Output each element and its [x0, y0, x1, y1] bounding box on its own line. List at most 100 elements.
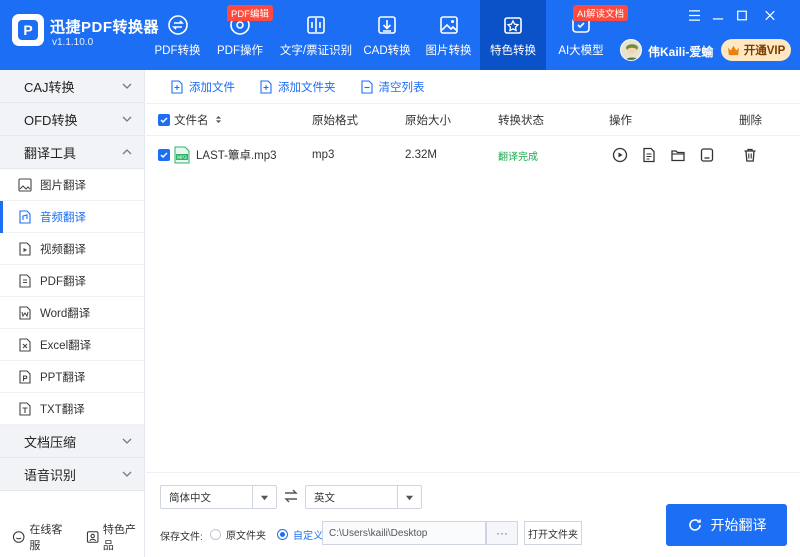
minimize-icon[interactable]	[710, 8, 726, 22]
sidebar-item-label: PPT翻译	[40, 371, 86, 384]
col-filename[interactable]: 文件名	[174, 104, 222, 135]
source-language-select[interactable]: 简体中文	[160, 485, 277, 509]
file-format: mp3	[312, 149, 335, 161]
nav-cad[interactable]: CAD转换	[357, 0, 417, 70]
target-language-select[interactable]: 英文	[305, 485, 422, 509]
start-translate-label: 开始翻译	[710, 517, 767, 533]
file-name: LAST-簟卓.mp3	[196, 150, 277, 162]
checkbox-checked	[158, 113, 170, 126]
chevron-down-icon	[122, 83, 132, 89]
sidebar-cat-caj[interactable]: CAJ转换	[0, 70, 144, 103]
featured-products-link[interactable]: 特色产品	[86, 521, 146, 553]
sidebar-item-txt-translate[interactable]: TXT翻译	[0, 393, 144, 425]
nav-label: 文字/票证识别	[279, 45, 353, 57]
sidebar-item-image-translate[interactable]: 图片翻译	[0, 169, 144, 201]
start-translate-button[interactable]: 开始翻译	[666, 504, 787, 546]
delete-row-button[interactable]	[742, 138, 758, 172]
cat-label: OFD转换	[24, 112, 78, 128]
video-file-icon	[19, 241, 31, 256]
add-file-button[interactable]: 添加文件	[170, 79, 235, 95]
sidebar-cat-translate[interactable]: 翻译工具	[0, 136, 144, 169]
add-folder-button[interactable]: 添加文件夹	[259, 79, 336, 95]
nav-ai[interactable]: AI大模型 AI解读文档	[546, 0, 628, 70]
radio-original-folder[interactable]: 原文件夹	[210, 527, 266, 542]
select-all-checkbox[interactable]	[158, 104, 170, 135]
save-path-input[interactable]	[322, 521, 486, 545]
image-icon	[18, 177, 32, 192]
image-icon	[438, 14, 460, 36]
caret-down-icon	[252, 486, 276, 508]
vip-label: 开通VIP	[743, 45, 786, 57]
document-icon[interactable]	[641, 147, 657, 163]
close-icon[interactable]	[762, 8, 778, 22]
sidebar-item-pdf-translate[interactable]: PDF翻译	[0, 265, 144, 297]
sidebar-item-excel-translate[interactable]: Excel翻译	[0, 329, 144, 361]
caret-down-icon	[397, 486, 421, 508]
sidebar-item-label: PDF翻译	[40, 275, 86, 288]
app-title: 迅捷PDF转换器	[50, 19, 160, 36]
nav-ocr[interactable]: 文字/票证识别	[275, 0, 357, 70]
swap-icon[interactable]	[283, 488, 299, 504]
browse-path-button[interactable]: ···	[486, 521, 518, 545]
target-language-value: 英文	[314, 491, 335, 504]
pdf-edit-badge: PDF编辑	[226, 5, 273, 21]
maximize-icon[interactable]	[734, 8, 750, 22]
sidebar-cat-speech[interactable]: 语音识别	[0, 458, 144, 491]
share-icon[interactable]	[699, 147, 715, 163]
app-version: v1.1.10.0	[52, 37, 94, 48]
nav-label: PDF转换	[154, 45, 201, 57]
sidebar-item-label: 音频翻译	[40, 211, 86, 224]
logo-letter: P	[18, 20, 38, 40]
refresh-icon	[688, 519, 701, 531]
col-format: 原始格式	[312, 114, 358, 127]
add-file-icon	[171, 79, 183, 94]
star-icon	[502, 14, 524, 36]
clear-list-label: 清空列表	[378, 81, 425, 94]
nav-pdf-ops[interactable]: PDF操作 PDF编辑	[205, 0, 275, 70]
online-service-label: 在线客服	[29, 524, 63, 552]
sidebar-footer: 在线客服 特色产品	[0, 517, 145, 557]
cat-label: 语音识别	[24, 467, 77, 483]
add-folder-label: 添加文件夹	[278, 81, 336, 94]
user-name[interactable]: 伟Kaili-爱蝓	[648, 43, 713, 60]
file-size: 2.32M	[405, 149, 437, 161]
audio-file-icon	[19, 209, 31, 224]
nav-label: AI大模型	[558, 45, 604, 57]
sidebar-item-audio-translate[interactable]: 音频翻译	[0, 201, 144, 233]
table-row[interactable]: MP3 LAST-簟卓.mp3 mp3 2.32M 翻译完成	[146, 138, 800, 172]
sidebar-cat-ofd[interactable]: OFD转换	[0, 103, 144, 136]
sidebar-item-label: 图片翻译	[40, 179, 86, 192]
status-badge: 翻译完成	[498, 151, 538, 163]
open-folder-button[interactable]: 打开文件夹	[524, 521, 582, 545]
sidebar-item-video-translate[interactable]: 视频翻译	[0, 233, 144, 265]
nav-label: 图片转换	[425, 45, 472, 57]
play-icon[interactable]	[612, 147, 628, 163]
sidebar-item-label: TXT翻译	[40, 403, 85, 416]
word-file-icon	[19, 305, 31, 320]
add-folder-icon	[260, 79, 272, 94]
nav-special[interactable]: 特色转换	[480, 0, 546, 70]
clear-list-button[interactable]: 清空列表	[360, 79, 425, 95]
online-service-link[interactable]: 在线客服	[12, 521, 72, 553]
col-size: 原始大小	[405, 114, 451, 127]
open-vip-button[interactable]: 开通VIP	[721, 39, 791, 61]
folder-icon[interactable]	[670, 147, 686, 163]
sidebar-cat-compress[interactable]: 文档压缩	[0, 425, 144, 458]
sidebar-item-word-translate[interactable]: Word翻译	[0, 297, 144, 329]
avatar[interactable]	[620, 39, 642, 61]
table-header: 文件名 原始格式 原始大小 转换状态 操作 删除	[146, 104, 800, 136]
title-bar: P 迅捷PDF转换器 v1.1.10.0 PDF转换 PDF操作 PDF编辑 文…	[0, 0, 800, 70]
sidebar-item-label: Excel翻译	[40, 339, 92, 352]
file-toolbar: 添加文件 添加文件夹 清空列表	[146, 70, 800, 104]
col-status: 转换状态	[498, 114, 544, 127]
chat-icon	[12, 531, 25, 543]
menu-icon[interactable]	[686, 8, 702, 22]
nav-pdf-convert[interactable]: PDF转换	[150, 0, 205, 70]
pdf-file-icon	[19, 273, 31, 288]
row-actions	[612, 138, 728, 172]
radio-custom-folder[interactable]: 自定义	[277, 527, 323, 542]
app-logo: P	[12, 14, 44, 46]
file-icon-label: MP3	[177, 155, 187, 161]
nav-image[interactable]: 图片转换	[417, 0, 480, 70]
sidebar-item-ppt-translate[interactable]: PPT翻译	[0, 361, 144, 393]
